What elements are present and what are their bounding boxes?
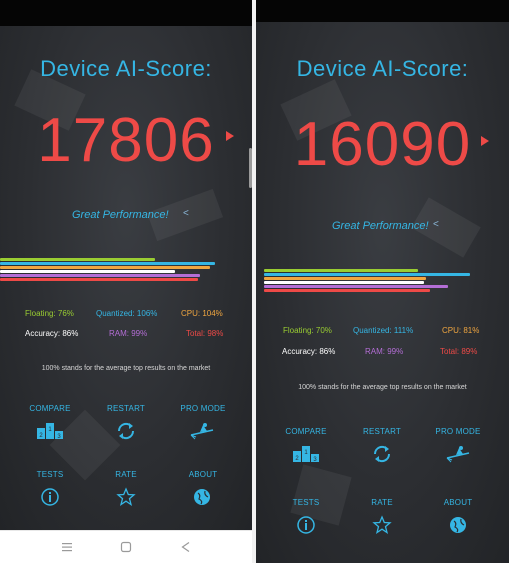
total-bar [264, 289, 430, 292]
globe-icon[interactable] [445, 515, 471, 535]
ram-metric: RAM: 99% [109, 329, 148, 338]
score-footnote: 100% stands for the average top results … [41, 365, 211, 372]
performance-label: Great Performance! [72, 209, 169, 221]
info-icon[interactable] [37, 487, 63, 507]
quantized-bar [0, 262, 215, 265]
star-icon[interactable] [369, 515, 395, 535]
share-icon[interactable]: < [433, 219, 439, 230]
status-bar [0, 0, 252, 26]
quantized-metric: Quantized: 111% [353, 326, 414, 335]
compare-label[interactable]: COMPARE [10, 404, 90, 413]
cpu-bar [0, 266, 210, 269]
floating-bar [0, 258, 155, 261]
score-details-arrow-icon[interactable] [226, 131, 234, 141]
share-icon[interactable]: < [183, 208, 189, 219]
pro-mode-label[interactable]: PRO MODE [163, 404, 243, 413]
pro-mode-label[interactable]: PRO MODE [418, 427, 498, 436]
globe-icon[interactable] [189, 487, 215, 507]
score-title: Device AI-Score: [40, 56, 212, 81]
score-title: Device AI-Score: [296, 56, 469, 81]
restart-icon[interactable] [369, 444, 395, 464]
total-metric: Total: 98% [186, 329, 224, 338]
navigation-bar [0, 530, 252, 564]
rate-label[interactable]: RATE [86, 470, 166, 479]
ai-score-value: 17806 [37, 106, 215, 175]
back-icon[interactable] [180, 541, 192, 553]
quantized-bar [264, 273, 470, 276]
ram-metric: RAM: 99% [365, 347, 404, 356]
restart-label[interactable]: RESTART [86, 404, 166, 413]
performance-label: Great Performance! [332, 220, 429, 232]
compare-label[interactable]: COMPARE [266, 427, 346, 436]
floating-metric: Floating: 70% [283, 326, 332, 335]
right-phone-screen: Device AI-Score: 16090 Great Performance… [256, 0, 509, 563]
score-details-arrow-icon[interactable] [481, 136, 489, 146]
witch-broom-icon[interactable] [189, 421, 215, 441]
floating-metric: Floating: 76% [25, 309, 74, 318]
cpu-bar [264, 277, 426, 280]
restart-icon[interactable] [113, 421, 139, 441]
podium-icon[interactable]: 2 1 3 [37, 421, 63, 441]
rate-label[interactable]: RATE [342, 498, 422, 507]
total-metric: Total: 89% [440, 347, 478, 356]
status-bar [256, 0, 509, 22]
cpu-metric: CPU: 81% [442, 326, 480, 335]
accuracy-metric: Accuracy: 86% [25, 329, 79, 338]
tests-label[interactable]: TESTS [266, 498, 346, 507]
ram-bar [0, 274, 200, 277]
podium-icon[interactable]: 2 1 3 [293, 444, 319, 464]
ram-bar [264, 285, 448, 288]
accuracy-bar [264, 281, 424, 284]
accuracy-bar [0, 270, 175, 273]
info-icon[interactable] [293, 515, 319, 535]
cpu-metric: CPU: 104% [181, 309, 223, 318]
score-footnote: 100% stands for the average top results … [298, 384, 467, 391]
left-phone-screen: Device AI-Score: 17806 Great Performance… [0, 0, 252, 530]
total-bar [0, 278, 198, 281]
witch-broom-icon[interactable] [445, 444, 471, 464]
ai-score-value: 16090 [293, 110, 472, 179]
restart-label[interactable]: RESTART [342, 427, 422, 436]
accuracy-metric: Accuracy: 86% [282, 347, 336, 356]
tests-label[interactable]: TESTS [10, 470, 90, 479]
star-icon[interactable] [113, 487, 139, 507]
about-label[interactable]: ABOUT [418, 498, 498, 507]
menu-icon[interactable] [61, 541, 73, 553]
home-icon[interactable] [120, 541, 132, 553]
quantized-metric: Quantized: 106% [96, 309, 158, 318]
about-label[interactable]: ABOUT [163, 470, 243, 479]
floating-bar [264, 269, 418, 272]
